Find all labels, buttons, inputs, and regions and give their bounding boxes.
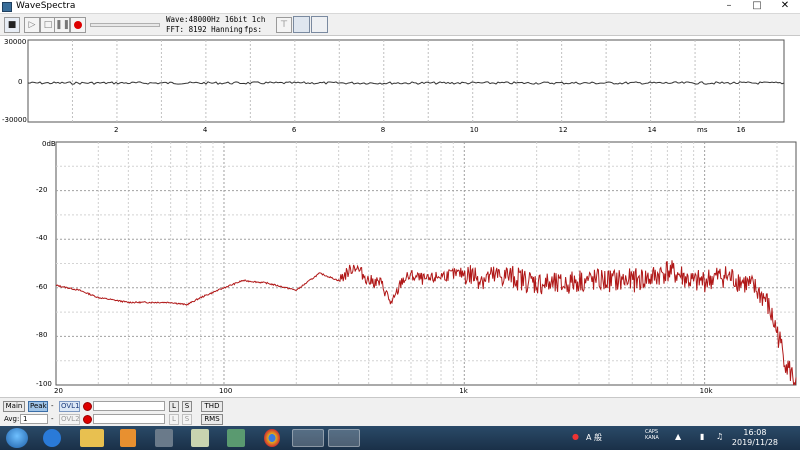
window-title: WaveSpectra [16, 1, 76, 11]
main-button[interactable]: Main [3, 401, 25, 412]
spectrum-y-tick: -80 [36, 331, 48, 340]
spectrum-x-tick: 100 [218, 387, 233, 395]
ovl2-s-button[interactable]: S [182, 414, 192, 425]
play-icon[interactable]: ▷ [24, 17, 40, 33]
maximize-button[interactable]: □ [746, 0, 768, 13]
wave-y-tick: 0 [18, 78, 23, 86]
ovl2-l-button[interactable]: L [169, 414, 179, 425]
internet-explorer-icon[interactable] [43, 429, 61, 447]
clock-date: 2019/11/28 [731, 438, 778, 447]
wave-x-tick: 16 [736, 126, 746, 134]
avg-label: Avg: [4, 415, 20, 423]
app-icon-5[interactable] [191, 429, 209, 447]
waveform-plot [27, 39, 785, 123]
minimize-button[interactable]: – [718, 0, 740, 13]
settings-button[interactable]: ⊤ [276, 17, 292, 33]
taskbar: ● A 般 CAPS KANA ▲ ▮ ♫ 16:08 2019/11/28 [0, 426, 800, 450]
waveform-panel: 30000 0 -30000 2 4 6 8 10 12 14 16 ms [0, 36, 800, 138]
fft-info: FFT: 8192 Hanning [166, 25, 243, 34]
ovl2-button[interactable]: OVL2 [59, 414, 80, 425]
wave-x-tick: 14 [647, 126, 657, 134]
spectrum-view-icon[interactable] [293, 16, 310, 33]
app-icon [2, 2, 12, 12]
spectrum-y-tick: -100 [36, 380, 52, 388]
spectrum-y-tick: 0dB [42, 140, 56, 148]
app-icon-4[interactable] [155, 429, 173, 447]
ovl2-field[interactable] [93, 414, 165, 424]
toolbar: ■ ▷ □ ❚❚ Wave:48000Hz 16bit 1ch FFT: 819… [0, 14, 800, 36]
wave-x-tick: 8 [380, 126, 386, 134]
control-bar: Main Peak - OVL1 L S THD Avg: 1 - OVL2 L… [0, 397, 800, 426]
tray-alert-icon[interactable]: ● [572, 432, 579, 441]
fps-label: fps: [244, 25, 263, 34]
wave-x-tick: 12 [558, 126, 568, 134]
ovl1-s-button[interactable]: S [182, 401, 192, 412]
chrome-icon[interactable] [264, 429, 280, 447]
network-app-icon[interactable] [227, 429, 245, 447]
file-explorer-icon[interactable] [80, 429, 104, 447]
start-button[interactable] [6, 428, 28, 448]
taskbar-clock[interactable]: 16:08 2019/11/28 [732, 428, 778, 448]
ovl1-record-icon[interactable] [83, 402, 92, 411]
caps-indicator: CAPS KANA [645, 429, 659, 441]
show-hidden-icons-icon[interactable]: ▲ [675, 432, 681, 441]
clock-time: 16:08 [743, 428, 767, 437]
spectrum-x-tick: 1k [459, 387, 468, 395]
volume-icon[interactable]: ♫ [716, 432, 723, 441]
rms-button[interactable]: RMS [201, 414, 223, 425]
wave-x-tick: 10 [469, 126, 479, 134]
spectrum-plot [55, 141, 797, 386]
record-button[interactable] [70, 17, 86, 33]
peak-button[interactable]: Peak [28, 401, 48, 412]
avg-select[interactable]: 1 [20, 414, 48, 424]
wave-y-tick: -30000 [2, 116, 27, 124]
wave-x-tick: 2 [113, 126, 119, 134]
search-icon[interactable] [311, 16, 328, 33]
dash-label: - [51, 402, 54, 410]
ime-indicator[interactable]: A 般 [586, 432, 602, 443]
spectrum-x-tick: 20 [54, 387, 63, 395]
kana-label: KANA [645, 435, 659, 441]
wave-info: Wave:48000Hz 16bit 1ch [166, 15, 266, 24]
wave-x-tick: 4 [202, 126, 208, 134]
task-wavespectra-icon[interactable] [328, 429, 360, 447]
ovl1-button[interactable]: OVL1 [59, 401, 80, 412]
position-slider[interactable] [90, 23, 160, 27]
spectrum-panel: 0dB -20 -40 -60 -80 -100 20 100 1k 10k [0, 138, 800, 397]
dash-label: - [51, 415, 54, 423]
wave-y-tick: 30000 [4, 38, 27, 46]
close-button[interactable]: ✕ [774, 0, 796, 13]
open-file-icon[interactable]: ■ [4, 17, 20, 33]
spectrum-x-tick: 10k [699, 387, 713, 395]
spectrum-y-tick: -20 [36, 185, 48, 194]
record-icon [74, 21, 82, 29]
pause-icon[interactable]: ❚❚ [54, 17, 70, 33]
task-wavegene-icon[interactable] [292, 429, 324, 447]
ovl1-field[interactable] [93, 401, 165, 411]
spectrum-y-tick: -40 [36, 234, 48, 243]
media-player-icon[interactable] [120, 429, 136, 447]
title-bar: WaveSpectra – □ ✕ [0, 0, 800, 14]
ovl2-record-icon[interactable] [83, 415, 92, 424]
spectrum-y-tick: -60 [36, 282, 48, 291]
wave-x-unit: ms [697, 126, 708, 134]
wave-x-tick: 6 [291, 126, 297, 134]
thd-button[interactable]: THD [201, 401, 223, 412]
battery-icon[interactable]: ▮ [700, 432, 704, 441]
ovl1-l-button[interactable]: L [169, 401, 179, 412]
